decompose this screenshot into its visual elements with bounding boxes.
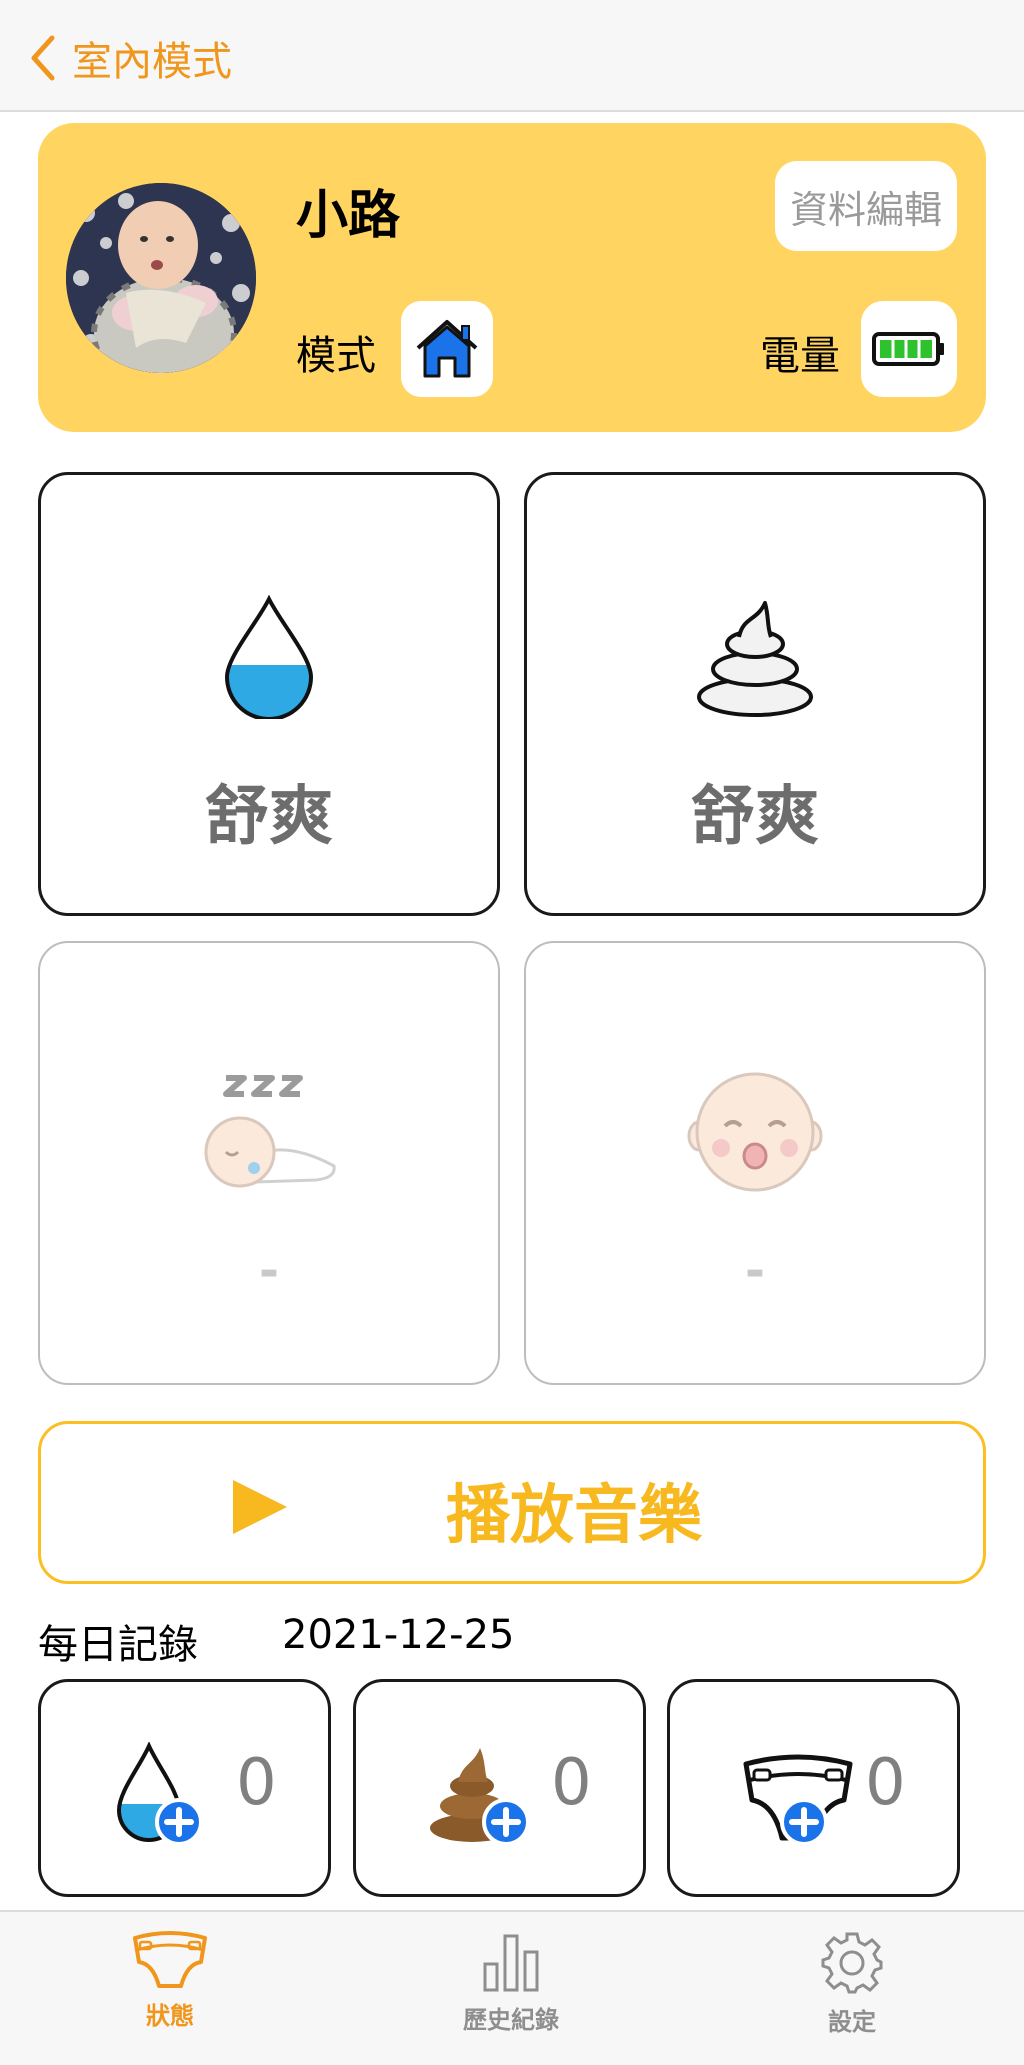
daily-record-label: 每日記錄 (38, 1622, 198, 1668)
battery-icon (872, 332, 944, 366)
avatar (66, 183, 256, 373)
urine-counter-card[interactable]: 0 (38, 1679, 331, 1897)
music-label: 播放音樂 (446, 1479, 702, 1553)
poop-add-icon (430, 1748, 530, 1846)
mode-label: 模式 (296, 333, 376, 379)
urine-drop-add-icon (116, 1742, 203, 1846)
urine-count: 0 (236, 1746, 277, 1820)
tab-settings[interactable]: 設定 (782, 1930, 922, 2037)
tab-bar: 狀態 歷史紀錄 設定 (0, 1910, 1024, 2065)
diaper-add-icon (743, 1754, 853, 1846)
edit-profile-button[interactable]: 資料編輯 (775, 161, 957, 251)
battery-label: 電量 (760, 333, 840, 379)
poop-status-text: 舒爽 (691, 780, 819, 854)
nav-bar: 室內模式 (0, 0, 1024, 112)
poop-status-card[interactable]: 舒爽 (524, 472, 986, 916)
cry-status-card[interactable]: - (524, 941, 986, 1385)
poop-count: 0 (551, 1746, 592, 1820)
back-label: 室內模式 (72, 39, 232, 85)
back-button[interactable]: 室內模式 (28, 30, 232, 86)
battery-indicator (861, 301, 957, 397)
chevron-left-icon (31, 35, 55, 81)
home-icon (416, 320, 478, 378)
poop-counter-card[interactable]: 0 (353, 1679, 646, 1897)
daily-record-date: 2021-12-25 (282, 1612, 515, 1658)
sleeping-baby-icon (204, 1075, 336, 1188)
poop-icon (697, 601, 813, 717)
crying-baby-icon (687, 1072, 823, 1192)
cry-status-text: - (745, 1243, 765, 1299)
tab-status-label: 狀態 (146, 2002, 194, 2030)
gear-icon (821, 1932, 883, 1994)
play-music-button[interactable]: 播放音樂 (38, 1421, 986, 1584)
tab-history[interactable]: 歷史紀錄 (441, 1930, 581, 2035)
baby-name: 小路 (296, 186, 401, 246)
tab-history-label: 歷史紀錄 (463, 2006, 559, 2034)
mode-button[interactable] (401, 301, 493, 397)
urine-drop-icon (224, 595, 314, 719)
urine-status-card[interactable]: 舒爽 (38, 472, 500, 916)
bar-chart-icon (483, 1934, 539, 1992)
diaper-counter-card[interactable]: 0 (667, 1679, 960, 1897)
diaper-count: 0 (865, 1746, 906, 1820)
urine-status-text: 舒爽 (205, 780, 333, 854)
tab-settings-label: 設定 (828, 2008, 876, 2036)
sleep-status-text: - (259, 1243, 279, 1299)
profile-card: 小路 資料編輯 模式 電量 (38, 123, 986, 432)
diaper-icon (133, 1931, 207, 1988)
tab-status[interactable]: 狀態 (100, 1930, 240, 2031)
sleep-status-card[interactable]: - (38, 941, 500, 1385)
play-icon (233, 1480, 287, 1534)
